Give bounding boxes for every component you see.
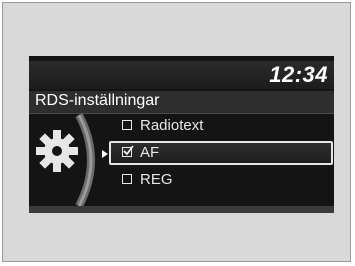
- screenshot-frame: 12:34 RDS-inställningar Radiotext AF REG: [2, 2, 351, 262]
- checkbox-icon: [122, 174, 132, 184]
- title-bar: RDS-inställningar: [29, 91, 334, 114]
- bottom-bar: [29, 206, 334, 213]
- menu-item-reg[interactable]: REG: [109, 168, 333, 192]
- display-screen: 12:34 RDS-inställningar Radiotext AF REG: [29, 56, 334, 213]
- menu-item-radiotext[interactable]: Radiotext: [109, 114, 333, 138]
- dial-arc: [75, 113, 95, 208]
- checkbox-icon: [122, 145, 134, 157]
- selection-pointer-icon: [102, 150, 108, 158]
- menu-item-af[interactable]: AF: [109, 141, 333, 165]
- menu-item-label: AF: [140, 144, 160, 161]
- checkbox-icon: [122, 120, 132, 130]
- status-bar: 12:34: [29, 61, 334, 89]
- menu-item-label: REG: [140, 171, 173, 188]
- menu-item-label: Radiotext: [140, 117, 204, 134]
- page-title: RDS-inställningar: [35, 92, 160, 109]
- clock: 12:34: [269, 62, 328, 87]
